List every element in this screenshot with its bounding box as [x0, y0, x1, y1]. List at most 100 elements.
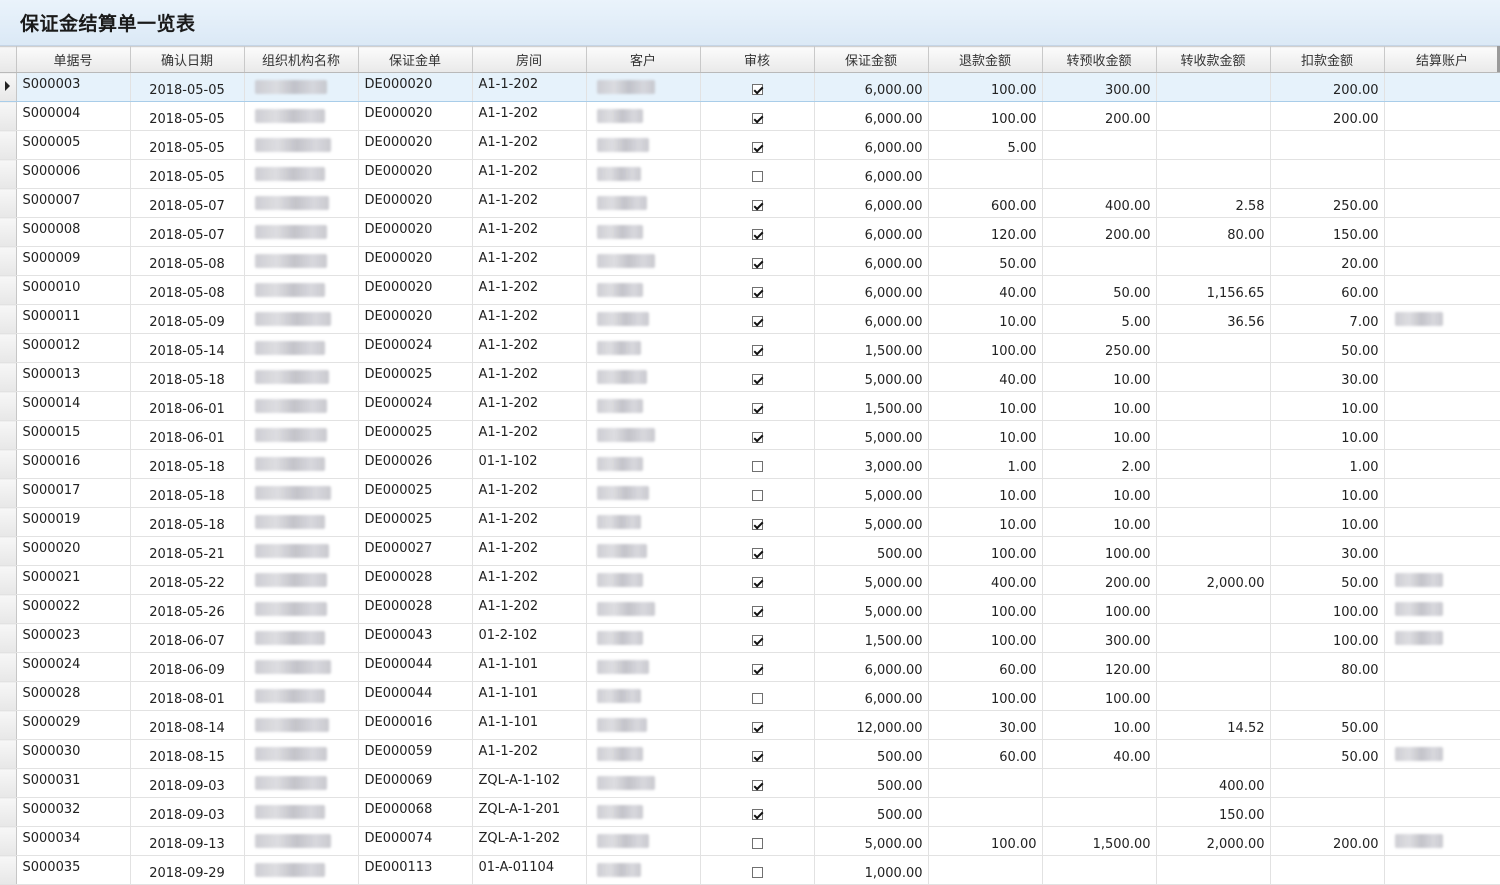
- table-row[interactable]: S000004 2018-05-05 DE000020 A1-1-202 6,000.0…: [0, 101, 1500, 131]
- cell-room[interactable]: A1-1-202: [472, 420, 587, 450]
- cell-org-masked[interactable]: [244, 623, 359, 653]
- cell-amount[interactable]: 500.00: [814, 768, 929, 798]
- cell-code[interactable]: S000006: [16, 159, 131, 189]
- cell-to-prepaid[interactable]: [1042, 159, 1157, 189]
- row-indicator[interactable]: [0, 275, 17, 305]
- cell-customer-masked[interactable]: [586, 159, 701, 189]
- cell-room[interactable]: A1-1-101: [472, 710, 587, 740]
- cell-customer-masked[interactable]: [586, 304, 701, 334]
- table-row[interactable]: S000011 2018-05-09 DE000020 A1-1-202 6,000.0…: [0, 304, 1500, 334]
- cell-refund[interactable]: 100.00: [928, 72, 1043, 102]
- col-header-account[interactable]: 结算账户: [1384, 46, 1500, 73]
- cell-org-masked[interactable]: [244, 681, 359, 711]
- cell-customer-masked[interactable]: [586, 826, 701, 856]
- cell-amount[interactable]: 6,000.00: [814, 681, 929, 711]
- cell-customer-masked[interactable]: [586, 478, 701, 508]
- cell-date[interactable]: 2018-06-09: [130, 652, 245, 682]
- cell-room[interactable]: A1-1-202: [472, 188, 587, 218]
- cell-approved[interactable]: [700, 536, 815, 566]
- cell-org-masked[interactable]: [244, 420, 359, 450]
- cell-customer-masked[interactable]: [586, 72, 701, 102]
- cell-approved[interactable]: [700, 246, 815, 276]
- cell-refund[interactable]: 100.00: [928, 333, 1043, 363]
- table-row[interactable]: S000014 2018-06-01 DE000024 A1-1-202 1,500.0…: [0, 391, 1500, 421]
- cell-to-prepaid[interactable]: 300.00: [1042, 72, 1157, 102]
- cell-amount[interactable]: 5,000.00: [814, 478, 929, 508]
- cell-customer-masked[interactable]: [586, 768, 701, 798]
- cell-date[interactable]: 2018-09-03: [130, 797, 245, 827]
- cell-date[interactable]: 2018-05-18: [130, 362, 245, 392]
- approved-checkbox[interactable]: [751, 316, 763, 327]
- table-row[interactable]: S000017 2018-05-18 DE000025 A1-1-202 5,000.0…: [0, 478, 1500, 508]
- approved-checkbox[interactable]: [751, 461, 763, 472]
- cell-approved[interactable]: [700, 304, 815, 334]
- cell-to-receipt[interactable]: 1,156.65: [1156, 275, 1271, 305]
- cell-deposit-no[interactable]: DE000044: [358, 652, 473, 682]
- cell-deduct[interactable]: 80.00: [1270, 652, 1385, 682]
- approved-checkbox[interactable]: [751, 809, 763, 820]
- table-row[interactable]: S000028 2018-08-01 DE000044 A1-1-101 6,000.0…: [0, 681, 1500, 711]
- cell-customer-masked[interactable]: [586, 739, 701, 769]
- cell-deposit-no[interactable]: DE000016: [358, 710, 473, 740]
- col-header-to-prepaid[interactable]: 转预收金额: [1042, 46, 1157, 73]
- cell-room[interactable]: A1-1-202: [472, 72, 587, 102]
- cell-account[interactable]: [1384, 826, 1500, 856]
- cell-date[interactable]: 2018-05-18: [130, 507, 245, 537]
- cell-deduct[interactable]: [1270, 130, 1385, 160]
- cell-org-masked[interactable]: [244, 362, 359, 392]
- cell-room[interactable]: A1-1-202: [472, 507, 587, 537]
- cell-deduct[interactable]: 50.00: [1270, 565, 1385, 595]
- cell-deduct[interactable]: [1270, 768, 1385, 798]
- table-row[interactable]: S000020 2018-05-21 DE000027 A1-1-202 500.00 1…: [0, 536, 1500, 566]
- cell-to-receipt[interactable]: [1156, 130, 1271, 160]
- cell-to-prepaid[interactable]: [1042, 768, 1157, 798]
- row-indicator[interactable]: [0, 188, 17, 218]
- cell-amount[interactable]: 5,000.00: [814, 594, 929, 624]
- cell-code[interactable]: S000014: [16, 391, 131, 421]
- cell-amount[interactable]: 1,500.00: [814, 333, 929, 363]
- cell-to-prepaid[interactable]: 10.00: [1042, 391, 1157, 421]
- table-row[interactable]: S000019 2018-05-18 DE000025 A1-1-202 5,000.0…: [0, 507, 1500, 537]
- cell-code[interactable]: S000009: [16, 246, 131, 276]
- cell-room[interactable]: A1-1-202: [472, 565, 587, 595]
- col-header-customer[interactable]: 客户: [586, 46, 701, 73]
- cell-refund[interactable]: [928, 855, 1043, 885]
- table-row[interactable]: S000006 2018-05-05 DE000020 A1-1-202 6,000.0…: [0, 159, 1500, 189]
- cell-deposit-no[interactable]: DE000020: [358, 159, 473, 189]
- row-indicator[interactable]: [0, 826, 17, 856]
- cell-to-receipt[interactable]: 14.52: [1156, 710, 1271, 740]
- cell-to-receipt[interactable]: 2.58: [1156, 188, 1271, 218]
- cell-amount[interactable]: 1,000.00: [814, 855, 929, 885]
- approved-checkbox[interactable]: [751, 548, 763, 559]
- cell-account[interactable]: [1384, 623, 1500, 653]
- cell-to-receipt[interactable]: [1156, 652, 1271, 682]
- table-row[interactable]: S000022 2018-05-26 DE000028 A1-1-202 5,000.0…: [0, 594, 1500, 624]
- cell-approved[interactable]: [700, 826, 815, 856]
- cell-code[interactable]: S000003: [16, 72, 131, 102]
- row-indicator[interactable]: [0, 159, 17, 189]
- cell-org-masked[interactable]: [244, 130, 359, 160]
- approved-checkbox[interactable]: [751, 258, 763, 269]
- cell-to-prepaid[interactable]: 100.00: [1042, 681, 1157, 711]
- cell-approved[interactable]: [700, 739, 815, 769]
- cell-amount[interactable]: 6,000.00: [814, 188, 929, 218]
- approved-checkbox[interactable]: [751, 722, 763, 733]
- cell-code[interactable]: S000034: [16, 826, 131, 856]
- cell-date[interactable]: 2018-05-05: [130, 130, 245, 160]
- cell-refund[interactable]: 120.00: [928, 217, 1043, 247]
- cell-account[interactable]: [1384, 420, 1500, 450]
- cell-date[interactable]: 2018-05-18: [130, 478, 245, 508]
- table-row[interactable]: S000023 2018-06-07 DE000043 01-2-102 1,500.0…: [0, 623, 1500, 653]
- cell-deduct[interactable]: 200.00: [1270, 72, 1385, 102]
- cell-approved[interactable]: [700, 420, 815, 450]
- cell-room[interactable]: 01-A-01104: [472, 855, 587, 885]
- cell-to-receipt[interactable]: [1156, 420, 1271, 450]
- cell-room[interactable]: A1-1-202: [472, 739, 587, 769]
- cell-to-prepaid[interactable]: 200.00: [1042, 101, 1157, 131]
- cell-account[interactable]: [1384, 565, 1500, 595]
- cell-deduct[interactable]: 20.00: [1270, 246, 1385, 276]
- cell-refund[interactable]: 10.00: [928, 304, 1043, 334]
- approved-checkbox[interactable]: [751, 403, 763, 414]
- col-header-amount[interactable]: 保证金额: [814, 46, 929, 73]
- cell-amount[interactable]: 12,000.00: [814, 710, 929, 740]
